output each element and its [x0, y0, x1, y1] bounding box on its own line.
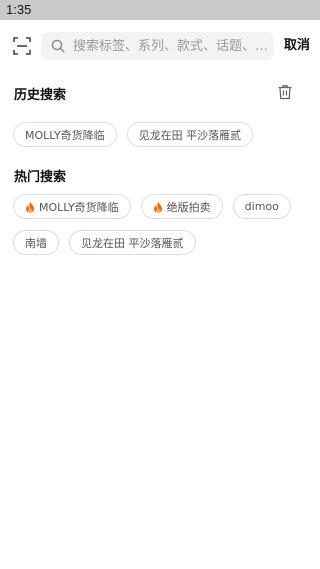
- tag-label: 见龙在田 平沙落雁贰: [138, 128, 242, 142]
- tag-label: 南墙: [25, 236, 47, 250]
- tag-label: MOLLY奇货降临: [25, 128, 105, 142]
- history-tag-list: MOLLY奇货降临 见龙在田 平沙落雁贰: [13, 122, 254, 147]
- hot-tag[interactable]: dimoo: [232, 194, 291, 219]
- history-tag[interactable]: MOLLY奇货降临: [13, 122, 117, 147]
- trash-icon: [278, 85, 292, 100]
- tag-label: 绝版拍卖: [166, 200, 211, 214]
- fire-icon: [153, 201, 162, 212]
- hot-tag[interactable]: 南墙: [13, 230, 59, 255]
- cancel-button[interactable]: 取消: [284, 32, 310, 60]
- fire-icon: [26, 201, 34, 212]
- tag-label: 见龙在田 平沙落雁贰: [81, 236, 184, 250]
- search-icon: [51, 39, 65, 53]
- history-section-title: 历史搜索: [14, 88, 67, 103]
- hot-tag-list: 南墙 见龙在田 平沙落雁贰: [13, 230, 196, 255]
- scan-icon: [13, 37, 31, 55]
- history-tag[interactable]: 见龙在田 平沙落雁贰: [126, 122, 254, 147]
- scan-button[interactable]: [12, 36, 32, 56]
- status-bar: 1:35: [0, 0, 320, 20]
- hot-tag-list: MOLLY奇货降临 绝版拍卖 dimoo: [13, 194, 291, 219]
- hot-section-title: 热门搜索: [14, 170, 67, 185]
- tag-label: MOLLY奇货降临: [39, 200, 119, 214]
- hot-tag[interactable]: 绝版拍卖: [140, 194, 223, 219]
- search-header: 取消: [0, 32, 320, 60]
- hot-tag[interactable]: 见龙在田 平沙落雁贰: [69, 230, 196, 255]
- status-time: 1:35: [6, 2, 32, 17]
- tag-label: dimoo: [244, 200, 279, 213]
- search-input[interactable]: [73, 34, 273, 58]
- hot-tag[interactable]: MOLLY奇货降临: [13, 194, 131, 219]
- search-box[interactable]: [41, 32, 274, 60]
- clear-history-button[interactable]: [277, 84, 293, 100]
